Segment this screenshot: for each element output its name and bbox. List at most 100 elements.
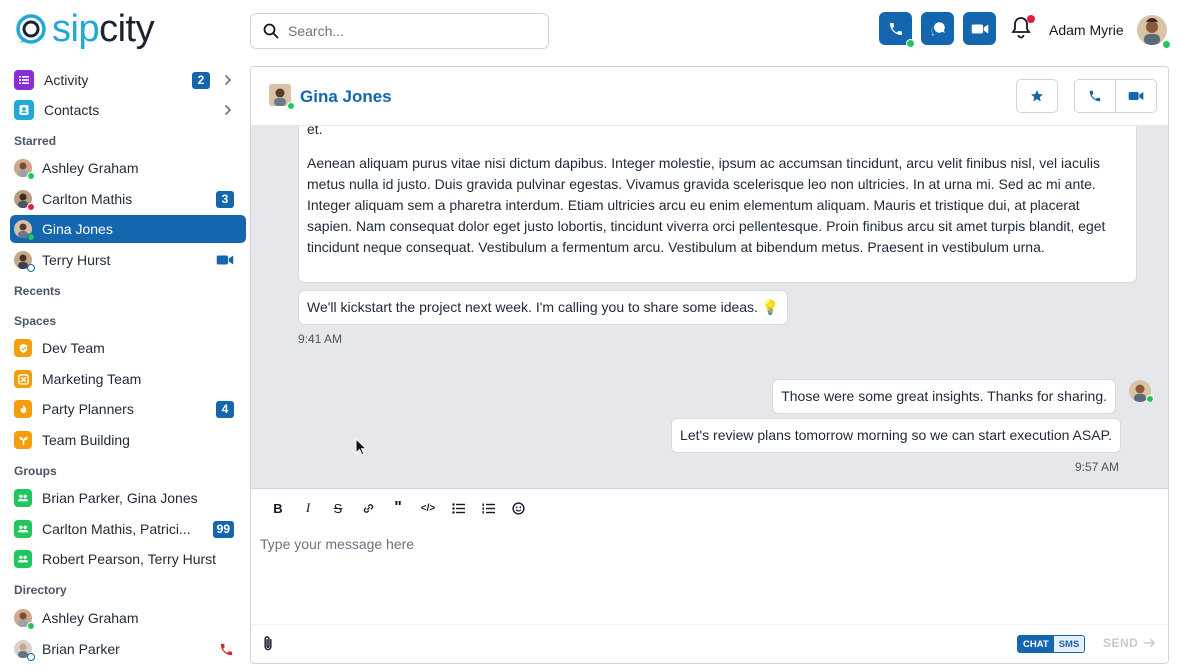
- avatar: [14, 609, 35, 630]
- italic-icon[interactable]: I: [293, 497, 323, 519]
- shield-check-icon: [14, 339, 32, 357]
- user-name[interactable]: Adam Myrie: [1049, 22, 1124, 38]
- chevron-right-icon: [224, 104, 232, 116]
- sidebar-item-directory-brian-parker[interactable]: Brian Parker: [10, 635, 246, 663]
- code-icon[interactable]: </>: [413, 497, 443, 519]
- section-starred: Starred: [14, 134, 57, 148]
- chat-mode-option[interactable]: CHAT: [1018, 636, 1054, 652]
- chat-sms-toggle[interactable]: CHAT SMS: [1017, 635, 1086, 653]
- bullet-list-icon[interactable]: [443, 497, 473, 519]
- grid-x-icon: [14, 370, 32, 388]
- contacts-icon: [14, 100, 34, 120]
- search-icon: [263, 23, 279, 39]
- contact-presence-dot: [287, 102, 295, 110]
- group-icon: [14, 489, 32, 507]
- send-arrow-icon: [1144, 638, 1156, 648]
- message-timestamp: 9:41 AM: [298, 332, 343, 346]
- avatar: [14, 640, 35, 661]
- sender-presence-dot: [1146, 395, 1154, 403]
- search-input[interactable]: Search...: [250, 13, 549, 49]
- sidebar-item-directory-ashley-graham[interactable]: Ashley Graham: [10, 604, 246, 632]
- sidebar-item-ashley-graham[interactable]: Ashley Graham: [10, 154, 246, 182]
- logo-mark-icon: [14, 12, 48, 46]
- section-directory: Directory: [14, 583, 67, 597]
- composer-footer: CHAT SMS SEND: [251, 624, 1168, 663]
- avatar: [14, 159, 35, 180]
- message-bubble: et. Aenean aliquam purus vitae nisi dict…: [298, 126, 1137, 283]
- message-timestamp: 9:57 AM: [1075, 460, 1120, 474]
- sms-mode-option[interactable]: SMS: [1053, 636, 1085, 652]
- activity-icon: [14, 70, 34, 90]
- phone-missed-icon: [220, 643, 233, 655]
- message-input[interactable]: Type your message here: [260, 536, 414, 552]
- sidebar-item-group-3[interactable]: Robert Pearson, Terry Hurst: [10, 545, 246, 573]
- strikethrough-icon[interactable]: S: [323, 497, 353, 519]
- sidebar-item-marketing-team[interactable]: Marketing Team: [10, 365, 246, 393]
- header-call-button[interactable]: [1074, 79, 1116, 113]
- unread-badge: 2: [192, 71, 210, 89]
- chat-header: Gina Jones: [251, 67, 1168, 126]
- avatar: [14, 251, 35, 272]
- messages-button[interactable]: [921, 12, 954, 45]
- message-text: Aenean aliquam purus vitae nisi dictum d…: [307, 155, 1106, 255]
- bold-icon[interactable]: B: [263, 497, 293, 519]
- video-camera-icon: [971, 24, 988, 33]
- sprout-icon: [14, 431, 32, 449]
- search-placeholder: Search...: [288, 23, 345, 39]
- favorite-button[interactable]: [1016, 79, 1058, 113]
- avatar: [14, 190, 35, 211]
- notification-dot: [1027, 15, 1035, 23]
- contact-name[interactable]: Gina Jones: [300, 87, 392, 107]
- message-list[interactable]: et. Aenean aliquam purus vitae nisi dict…: [251, 126, 1168, 488]
- star-icon: [1031, 90, 1043, 102]
- user-presence-dot: [1162, 40, 1171, 49]
- sidebar-item-gina-jones[interactable]: Gina Jones: [10, 215, 246, 243]
- quote-icon[interactable]: ": [383, 497, 413, 519]
- unread-badge: 4: [216, 400, 234, 418]
- sidebar-item-dev-team[interactable]: Dev Team: [10, 334, 246, 362]
- sipcity-logo[interactable]: sipcity: [14, 9, 155, 49]
- link-icon[interactable]: [353, 497, 383, 519]
- sidebar-item-group-1[interactable]: Brian Parker, Gina Jones: [10, 484, 246, 512]
- call-button[interactable]: [879, 12, 915, 48]
- unread-badge: 99: [212, 520, 234, 538]
- chat-bubbles-icon: [931, 21, 945, 36]
- unread-badge: 3: [216, 190, 234, 208]
- sidebar-item-terry-hurst[interactable]: Terry Hurst: [10, 246, 246, 274]
- video-camera-icon: [216, 255, 234, 265]
- top-bar: sipcity Search... Adam Myrie: [0, 0, 1180, 64]
- sidebar: Activity 2 Contacts Starred Ashley Graha…: [0, 64, 250, 670]
- message-bubble: We'll kickstart the project next week. I…: [298, 290, 789, 325]
- phone-icon: [1089, 90, 1101, 102]
- video-camera-icon: [1128, 92, 1144, 100]
- phone-icon: [889, 22, 902, 35]
- sidebar-item-activity[interactable]: Activity 2: [10, 66, 246, 94]
- sidebar-item-group-2[interactable]: Carlton Mathis, Patrici... 99: [10, 515, 246, 543]
- header-video-button[interactable]: [1115, 79, 1157, 113]
- sidebar-item-party-planners[interactable]: Party Planners 4: [10, 395, 246, 423]
- message-text: We'll kickstart the project next week. I…: [307, 299, 780, 315]
- paperclip-icon[interactable]: [262, 635, 274, 652]
- section-spaces: Spaces: [14, 314, 57, 328]
- message-text: et.: [307, 126, 323, 137]
- chevron-right-icon: [224, 74, 232, 86]
- group-icon: [14, 520, 32, 538]
- sidebar-item-carlton-mathis[interactable]: Carlton Mathis 3: [10, 185, 246, 213]
- message-text: Let's review plans tomorrow morning so w…: [680, 427, 1112, 443]
- formatting-toolbar: B I S " </>: [263, 497, 533, 519]
- message-composer: B I S " </> Type your message here CHAT: [251, 488, 1168, 663]
- send-button[interactable]: SEND: [1103, 636, 1156, 650]
- message-bubble-outgoing: Let's review plans tomorrow morning so w…: [671, 418, 1121, 453]
- emoji-icon[interactable]: [503, 497, 533, 519]
- section-recents[interactable]: Recents: [14, 284, 61, 298]
- presence-dot: [906, 39, 915, 48]
- numbered-list-icon[interactable]: [473, 497, 503, 519]
- flame-icon: [14, 400, 32, 418]
- group-icon: [14, 550, 32, 568]
- message-text: Those were some great insights. Thanks f…: [781, 388, 1107, 404]
- sidebar-item-contacts[interactable]: Contacts: [10, 96, 246, 124]
- avatar: [14, 220, 35, 241]
- video-button[interactable]: [963, 12, 996, 45]
- sidebar-item-team-building[interactable]: Team Building: [10, 426, 246, 454]
- mouse-cursor-icon: [355, 438, 367, 456]
